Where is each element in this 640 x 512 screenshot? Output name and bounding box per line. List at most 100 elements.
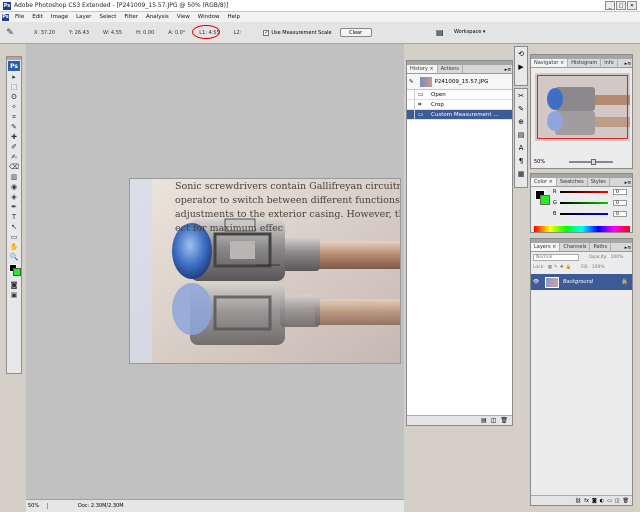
menu-edit[interactable]: Edit (28, 14, 47, 20)
new-document-from-state-icon[interactable]: ▤ (481, 417, 487, 424)
crop-tool-icon[interactable]: ⌗ (7, 112, 21, 122)
adjustment-layer-icon[interactable]: ◐ (600, 498, 604, 504)
layer-style-icon[interactable]: fx (584, 498, 589, 504)
magic-wand-tool-icon[interactable]: ✧ (7, 102, 21, 112)
history-state-selected[interactable]: ▭ Custom Measurement ... (407, 110, 512, 120)
lasso-tool-icon[interactable]: ʘ (7, 92, 21, 102)
use-measurement-scale-checkbox[interactable]: ✓ (263, 29, 270, 36)
history-panel-icon[interactable]: ⟲ (515, 49, 527, 60)
marquee-tool-icon[interactable]: ⬚ (7, 82, 21, 92)
eyedropper-tool-icon[interactable]: ✎ (7, 122, 21, 132)
workspace-button[interactable]: Workspace ▾ (454, 29, 485, 35)
close-button[interactable]: ✕ (627, 1, 637, 10)
zoom-tool-icon[interactable]: 🔍 (7, 252, 21, 262)
delete-state-icon[interactable]: 🗑 (500, 417, 508, 424)
clone-stamp-tool-icon[interactable]: ✍ (7, 152, 21, 162)
tab-histogram[interactable]: Histogram (568, 59, 602, 67)
new-group-icon[interactable]: ▭ (607, 498, 612, 504)
blue-value[interactable]: 0 (613, 211, 627, 217)
pen-tool-icon[interactable]: ✒ (7, 202, 21, 212)
menu-layer[interactable]: Layer (72, 14, 95, 20)
toolbox-grip[interactable] (7, 57, 21, 60)
fill-value[interactable]: 100% (592, 265, 605, 270)
color-menu-icon[interactable]: ▸≡ (624, 180, 632, 186)
hand-tool-icon[interactable]: ✋ (7, 242, 21, 252)
color-swatches[interactable] (7, 262, 21, 280)
red-slider[interactable] (560, 191, 608, 193)
menu-file[interactable]: File (11, 14, 28, 20)
layer-name[interactable]: Background (563, 279, 593, 285)
navigator-zoom[interactable]: 50% (534, 159, 545, 165)
tab-layers[interactable]: Layers × (531, 243, 561, 251)
layer-mask-icon[interactable]: ◙ (592, 498, 597, 504)
menu-window[interactable]: Window (194, 14, 224, 20)
history-menu-icon[interactable]: ▸≡ (504, 67, 512, 73)
actions-panel-icon[interactable]: ▶ (515, 62, 527, 73)
tab-navigator[interactable]: Navigator × (531, 59, 569, 67)
menu-view[interactable]: View (173, 14, 194, 20)
lock-transparent-icon[interactable]: ▦ (548, 265, 552, 270)
color-bg-swatch[interactable] (540, 195, 550, 205)
blur-tool-icon[interactable]: ◉ (7, 182, 21, 192)
navigator-view-box[interactable] (537, 75, 628, 139)
navigator-menu-icon[interactable]: ▸≡ (624, 61, 632, 67)
workspace-icon[interactable]: ▤ (436, 28, 444, 37)
opacity-value[interactable]: 100% (611, 255, 624, 260)
measurement-log-icon[interactable]: ▦ (515, 169, 527, 180)
tab-channels[interactable]: Channels (560, 243, 591, 251)
history-state[interactable]: ⌗ Crop (407, 100, 512, 110)
navigator-thumbnail[interactable] (535, 73, 630, 141)
green-slider[interactable] (560, 202, 608, 204)
zoom-level[interactable]: 50% (26, 503, 48, 509)
move-tool-icon[interactable]: ▸ (7, 72, 21, 82)
menu-image[interactable]: Image (47, 14, 72, 20)
tool-presets-icon[interactable]: ✂ (515, 91, 527, 102)
tab-history[interactable]: History × (407, 65, 438, 73)
link-layers-icon[interactable]: ⛓ (575, 498, 581, 504)
layer-row-background[interactable]: 👁 Background 🔒 (531, 274, 632, 290)
type-tool-icon[interactable]: T (7, 212, 21, 222)
lock-image-icon[interactable]: ✎ (554, 265, 558, 270)
history-snapshot[interactable]: ✎ P241009_15.57.JPG (407, 74, 512, 90)
tab-color[interactable]: Color × (531, 178, 557, 186)
menu-help[interactable]: Help (223, 14, 244, 20)
tab-info[interactable]: Info (601, 59, 618, 67)
lock-position-icon[interactable]: ✚ (560, 265, 564, 270)
new-snapshot-icon[interactable]: ◫ (491, 417, 497, 424)
doc-size[interactable]: Doc: 2.30M/2.30M (78, 503, 124, 509)
delete-layer-icon[interactable]: 🗑 (623, 498, 629, 504)
history-state-checkbox[interactable] (407, 110, 415, 119)
layers-menu-icon[interactable]: ▸≡ (624, 245, 632, 251)
document-image[interactable]: Sonic screwdrivers contain Gallifreyan c… (129, 178, 401, 364)
brushes-icon[interactable]: ✎ (515, 104, 527, 115)
background-color[interactable] (13, 268, 21, 276)
tab-actions[interactable]: Actions (438, 65, 463, 73)
clear-button[interactable]: Clear (339, 28, 372, 37)
path-selection-tool-icon[interactable]: ↖ (7, 222, 21, 232)
gradient-tool-icon[interactable]: ▥ (7, 172, 21, 182)
navigator-zoom-knob[interactable] (591, 159, 596, 165)
healing-tool-icon[interactable]: ✚ (7, 132, 21, 142)
eye-icon[interactable]: 👁 (531, 279, 541, 285)
ps-logo[interactable]: Ps (8, 61, 20, 71)
layer-comps-icon[interactable]: ▤ (515, 130, 527, 141)
blend-mode-select[interactable]: Normal (533, 253, 579, 261)
history-state[interactable]: ▭ Open (407, 90, 512, 100)
menu-app-icon[interactable]: Ps (2, 13, 9, 21)
minimize-button[interactable]: _ (605, 1, 615, 10)
tab-styles[interactable]: Styles (588, 178, 610, 186)
use-measurement-scale[interactable]: ✓ Use Measurement Scale (263, 29, 332, 36)
color-spectrum[interactable] (534, 226, 630, 232)
maximize-button[interactable]: □ (616, 1, 626, 10)
blue-slider[interactable] (560, 213, 608, 215)
clone-source-icon[interactable]: ⊕ (515, 117, 527, 128)
tab-paths[interactable]: Paths (590, 243, 612, 251)
green-value[interactable]: 0 (613, 200, 627, 206)
history-state-checkbox[interactable] (407, 100, 415, 109)
character-icon[interactable]: A (515, 143, 527, 154)
eraser-tool-icon[interactable]: ⌫ (7, 162, 21, 172)
screen-mode-icon[interactable]: ▣ (7, 290, 21, 300)
menu-filter[interactable]: Filter (120, 14, 142, 20)
menu-analysis[interactable]: Analysis (142, 14, 173, 20)
lock-all-icon[interactable]: 🔒 (566, 265, 572, 270)
